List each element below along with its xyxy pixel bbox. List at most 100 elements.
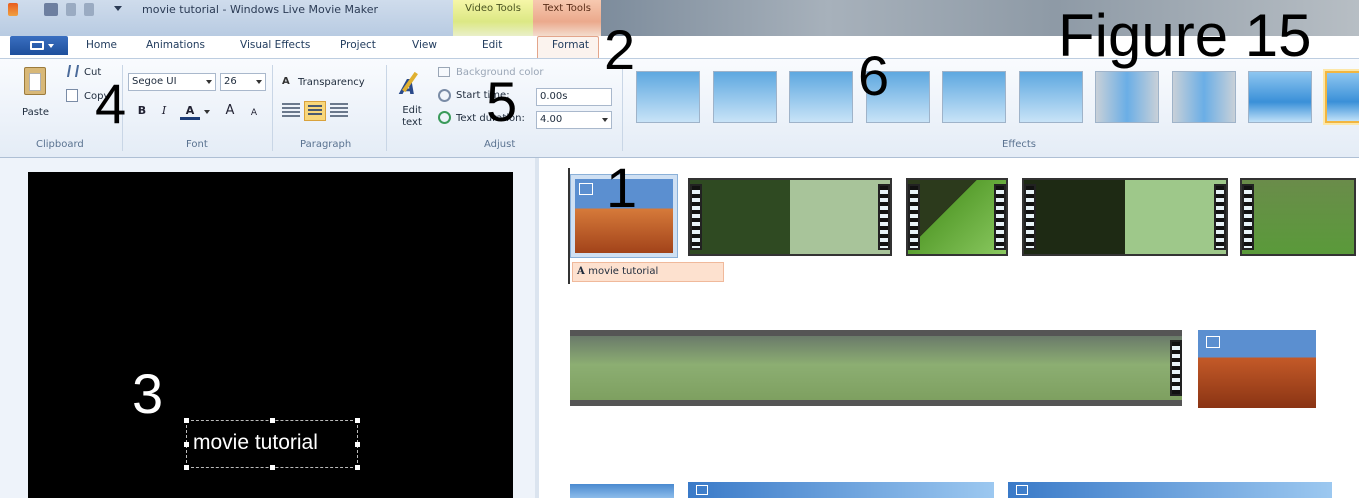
file-menu-icon — [30, 41, 44, 50]
paste-icon[interactable] — [24, 67, 46, 95]
edit-text-icon[interactable]: A — [398, 71, 422, 99]
effect-thumbnail[interactable] — [1324, 71, 1359, 123]
effect-thumbnail[interactable] — [789, 71, 853, 123]
annotation-5: 5 — [486, 70, 518, 133]
film-sprocket — [1024, 184, 1036, 250]
font-color-button[interactable]: A — [180, 102, 200, 120]
file-menu-button[interactable] — [10, 36, 68, 55]
font-family-select[interactable]: Segoe UI — [128, 73, 216, 91]
film-sprocket — [1170, 340, 1182, 396]
clip-tree-transition[interactable] — [688, 178, 892, 256]
tab-home[interactable]: Home — [86, 39, 117, 51]
resize-handle[interactable] — [355, 442, 360, 447]
clip-bird-branch[interactable] — [906, 178, 1008, 256]
film-sprocket — [1214, 184, 1226, 250]
chevron-down-icon — [206, 80, 212, 84]
grow-font-button[interactable]: A — [220, 102, 240, 120]
chevron-down-icon[interactable] — [204, 110, 210, 114]
start-time-value: 0.00s — [540, 91, 568, 102]
font-group-label: Font — [186, 139, 208, 150]
text-duration-select[interactable]: 4.00 — [536, 111, 612, 129]
effect-thumbnail[interactable] — [712, 71, 777, 123]
clip-bird-transition[interactable] — [1022, 178, 1228, 256]
chevron-down-icon — [256, 80, 262, 84]
clip-desert-end[interactable] — [1198, 330, 1316, 408]
resize-handle[interactable] — [184, 418, 189, 423]
effects-group-label: Effects — [1002, 139, 1036, 150]
video-preview[interactable]: movie tutorial — [28, 172, 513, 498]
italic-button[interactable]: I — [154, 102, 174, 120]
cut-icon[interactable] — [66, 65, 80, 77]
effect-thumbnail[interactable] — [1171, 71, 1236, 123]
resize-handle[interactable] — [355, 418, 360, 423]
background-color-icon — [438, 67, 450, 77]
title-clip-icon — [1016, 485, 1028, 495]
figure-label: Figure 15 — [1058, 2, 1312, 69]
paste-button[interactable]: Paste — [22, 107, 49, 118]
align-center-icon[interactable] — [304, 101, 326, 121]
contextual-tab-text-tools: Text Tools — [533, 0, 601, 36]
tab-format[interactable]: Format — [552, 39, 589, 51]
group-separator — [272, 65, 273, 151]
resize-handle[interactable] — [355, 465, 360, 470]
window-title: movie tutorial - Windows Live Movie Make… — [142, 3, 379, 16]
text-clip-icon: A — [577, 266, 589, 277]
align-left-icon[interactable] — [282, 103, 300, 119]
film-sprocket — [1242, 184, 1254, 250]
redo-icon[interactable] — [84, 3, 94, 16]
tab-edit[interactable]: Edit — [482, 39, 502, 51]
bold-button[interactable]: B — [132, 102, 152, 120]
shrink-font-button[interactable]: A — [244, 104, 264, 122]
resize-handle[interactable] — [270, 418, 275, 423]
clip-sky-1[interactable] — [570, 484, 674, 498]
tab-animations[interactable]: Animations — [146, 39, 205, 51]
title-clip-icon — [696, 485, 708, 495]
film-sprocket — [690, 184, 702, 250]
film-sprocket — [908, 184, 920, 250]
clip-bird-ground[interactable] — [1240, 178, 1356, 256]
effect-thumbnail[interactable] — [942, 71, 1006, 123]
clip-sky-3[interactable] — [1008, 482, 1332, 498]
annotation-3: 3 — [132, 362, 164, 425]
font-family-value: Segoe UI — [132, 76, 177, 87]
resize-handle[interactable] — [184, 465, 189, 470]
resize-handle[interactable] — [270, 465, 275, 470]
annotation-2: 2 — [604, 18, 636, 81]
resize-handle[interactable] — [184, 442, 189, 447]
edit-text-button[interactable]: Edit text — [398, 105, 426, 129]
title-clip-icon — [1206, 336, 1220, 348]
clip-sky-2[interactable] — [688, 482, 994, 498]
undo-icon[interactable] — [66, 3, 76, 16]
copy-icon[interactable] — [66, 89, 78, 102]
tab-visual-effects[interactable]: Visual Effects — [240, 39, 310, 51]
app-icon[interactable] — [8, 3, 18, 16]
tab-project[interactable]: Project — [340, 39, 376, 51]
caption-text-box[interactable]: movie tutorial — [184, 418, 360, 470]
annotation-1: 1 — [606, 156, 638, 219]
effect-thumbnail[interactable] — [1018, 71, 1083, 123]
effect-thumbnail[interactable] — [636, 71, 700, 123]
playhead[interactable] — [568, 168, 570, 284]
adjust-group-label: Adjust — [484, 139, 516, 150]
clip-bird-long[interactable] — [570, 330, 1182, 406]
font-size-select[interactable]: 26 — [220, 73, 266, 91]
text-caption-clip[interactable]: A movie tutorial — [572, 262, 724, 282]
title-clip-icon — [579, 183, 593, 195]
annotation-4: 4 — [95, 72, 127, 135]
effect-thumbnail[interactable] — [1095, 71, 1159, 123]
film-sprocket — [994, 184, 1006, 250]
save-icon[interactable] — [44, 3, 58, 16]
effect-thumbnail[interactable] — [1248, 71, 1312, 123]
align-right-icon[interactable] — [330, 103, 348, 119]
customize-toolbar-icon[interactable] — [114, 6, 122, 11]
clipboard-group-label: Clipboard — [36, 139, 84, 150]
pane-splitter[interactable] — [535, 158, 539, 498]
chevron-down-icon — [602, 118, 608, 122]
caption-text: movie tutorial — [193, 431, 318, 454]
start-time-icon — [438, 89, 451, 102]
text-duration-value: 4.00 — [540, 114, 563, 125]
start-time-input[interactable]: 0.00s — [536, 88, 612, 106]
workspace: movie tutorial 1 A movie tutorial 3 — [0, 158, 1359, 498]
transparency-button[interactable]: Transparency — [298, 77, 365, 88]
tab-view[interactable]: View — [412, 39, 437, 51]
